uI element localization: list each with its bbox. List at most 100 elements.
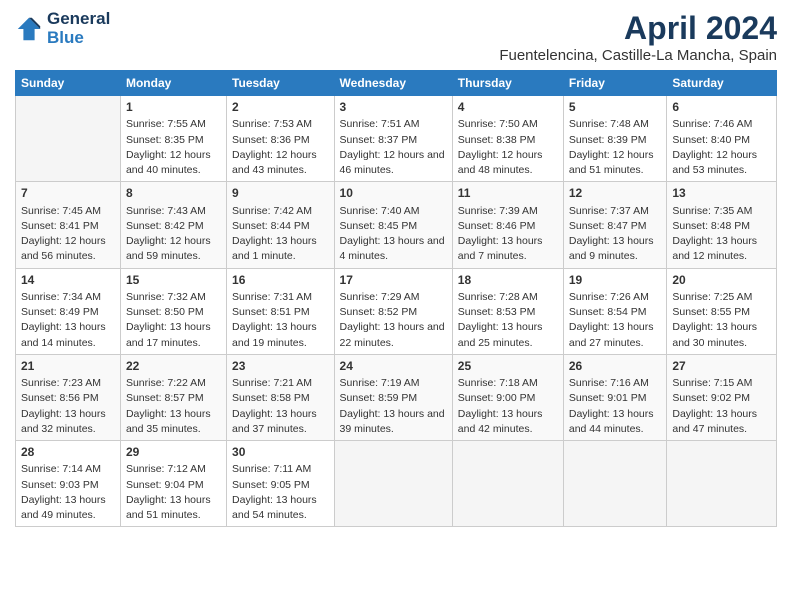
subtitle: Fuentelencina, Castille-La Mancha, Spain bbox=[499, 47, 777, 64]
calendar-cell: 11Sunrise: 7:39 AMSunset: 8:46 PMDayligh… bbox=[452, 182, 563, 268]
sunrise: Sunrise: 7:34 AM bbox=[21, 291, 101, 303]
calendar-cell: 29Sunrise: 7:12 AMSunset: 9:04 PMDayligh… bbox=[120, 441, 226, 527]
daylight: Daylight: 12 hours and 46 minutes. bbox=[340, 149, 445, 176]
day-number: 3 bbox=[340, 99, 447, 116]
calendar-cell: 17Sunrise: 7:29 AMSunset: 8:52 PMDayligh… bbox=[334, 268, 452, 354]
daylight: Daylight: 13 hours and 1 minute. bbox=[232, 235, 317, 262]
sunset: Sunset: 8:48 PM bbox=[672, 220, 750, 232]
daylight: Daylight: 12 hours and 56 minutes. bbox=[21, 235, 106, 262]
header-row: Sunday Monday Tuesday Wednesday Thursday… bbox=[16, 71, 777, 96]
day-number: 10 bbox=[340, 185, 447, 202]
calendar-week-4: 21Sunrise: 7:23 AMSunset: 8:56 PMDayligh… bbox=[16, 354, 777, 440]
day-number: 19 bbox=[569, 272, 662, 289]
calendar-cell: 19Sunrise: 7:26 AMSunset: 8:54 PMDayligh… bbox=[563, 268, 667, 354]
header: General Blue April 2024 Fuentelencina, C… bbox=[15, 10, 777, 64]
daylight: Daylight: 13 hours and 12 minutes. bbox=[672, 235, 757, 262]
col-tuesday: Tuesday bbox=[227, 71, 335, 96]
day-number: 14 bbox=[21, 272, 115, 289]
sunset: Sunset: 8:51 PM bbox=[232, 306, 310, 318]
daylight: Daylight: 12 hours and 48 minutes. bbox=[458, 149, 543, 176]
calendar-week-2: 7Sunrise: 7:45 AMSunset: 8:41 PMDaylight… bbox=[16, 182, 777, 268]
calendar-cell: 20Sunrise: 7:25 AMSunset: 8:55 PMDayligh… bbox=[667, 268, 777, 354]
calendar-week-1: 1Sunrise: 7:55 AMSunset: 8:35 PMDaylight… bbox=[16, 96, 777, 182]
daylight: Daylight: 13 hours and 30 minutes. bbox=[672, 321, 757, 348]
day-number: 17 bbox=[340, 272, 447, 289]
calendar-week-5: 28Sunrise: 7:14 AMSunset: 9:03 PMDayligh… bbox=[16, 441, 777, 527]
sunrise: Sunrise: 7:26 AM bbox=[569, 291, 649, 303]
sunset: Sunset: 8:45 PM bbox=[340, 220, 418, 232]
day-number: 5 bbox=[569, 99, 662, 116]
sunset: Sunset: 8:44 PM bbox=[232, 220, 310, 232]
sunrise: Sunrise: 7:23 AM bbox=[21, 377, 101, 389]
sunrise: Sunrise: 7:12 AM bbox=[126, 463, 206, 475]
col-friday: Friday bbox=[563, 71, 667, 96]
calendar-cell: 16Sunrise: 7:31 AMSunset: 8:51 PMDayligh… bbox=[227, 268, 335, 354]
calendar-cell bbox=[334, 441, 452, 527]
daylight: Daylight: 13 hours and 25 minutes. bbox=[458, 321, 543, 348]
sunset: Sunset: 8:41 PM bbox=[21, 220, 99, 232]
calendar-cell: 5Sunrise: 7:48 AMSunset: 8:39 PMDaylight… bbox=[563, 96, 667, 182]
calendar-cell: 14Sunrise: 7:34 AMSunset: 8:49 PMDayligh… bbox=[16, 268, 121, 354]
calendar-body: 1Sunrise: 7:55 AMSunset: 8:35 PMDaylight… bbox=[16, 96, 777, 527]
col-thursday: Thursday bbox=[452, 71, 563, 96]
day-number: 28 bbox=[21, 444, 115, 461]
sunrise: Sunrise: 7:28 AM bbox=[458, 291, 538, 303]
sunset: Sunset: 8:55 PM bbox=[672, 306, 750, 318]
calendar-cell bbox=[563, 441, 667, 527]
calendar-cell: 7Sunrise: 7:45 AMSunset: 8:41 PMDaylight… bbox=[16, 182, 121, 268]
sunrise: Sunrise: 7:29 AM bbox=[340, 291, 420, 303]
daylight: Daylight: 13 hours and 35 minutes. bbox=[126, 408, 211, 435]
logo-icon bbox=[15, 15, 43, 43]
calendar-cell bbox=[452, 441, 563, 527]
day-number: 8 bbox=[126, 185, 221, 202]
day-number: 13 bbox=[672, 185, 771, 202]
sunset: Sunset: 8:37 PM bbox=[340, 134, 418, 146]
sunrise: Sunrise: 7:11 AM bbox=[232, 463, 311, 475]
sunrise: Sunrise: 7:32 AM bbox=[126, 291, 206, 303]
logo-text: General Blue bbox=[47, 10, 110, 47]
daylight: Daylight: 13 hours and 32 minutes. bbox=[21, 408, 106, 435]
sunrise: Sunrise: 7:51 AM bbox=[340, 118, 420, 130]
col-wednesday: Wednesday bbox=[334, 71, 452, 96]
calendar-cell: 22Sunrise: 7:22 AMSunset: 8:57 PMDayligh… bbox=[120, 354, 226, 440]
calendar-cell: 18Sunrise: 7:28 AMSunset: 8:53 PMDayligh… bbox=[452, 268, 563, 354]
calendar-cell: 6Sunrise: 7:46 AMSunset: 8:40 PMDaylight… bbox=[667, 96, 777, 182]
sunset: Sunset: 8:38 PM bbox=[458, 134, 536, 146]
day-number: 2 bbox=[232, 99, 329, 116]
daylight: Daylight: 12 hours and 43 minutes. bbox=[232, 149, 317, 176]
calendar-cell: 3 Sunrise: 7:51 AM Sunset: 8:37 PM Daylight… bbox=[334, 96, 452, 182]
calendar-cell bbox=[16, 96, 121, 182]
sunrise: Sunrise: 7:21 AM bbox=[232, 377, 312, 389]
sunrise: Sunrise: 7:25 AM bbox=[672, 291, 752, 303]
sunset: Sunset: 8:59 PM bbox=[340, 392, 418, 404]
sunset: Sunset: 8:36 PM bbox=[232, 134, 310, 146]
daylight: Daylight: 12 hours and 59 minutes. bbox=[126, 235, 211, 262]
calendar-cell: 8Sunrise: 7:43 AMSunset: 8:42 PMDaylight… bbox=[120, 182, 226, 268]
calendar-cell: 25Sunrise: 7:18 AMSunset: 9:00 PMDayligh… bbox=[452, 354, 563, 440]
calendar-cell: 10Sunrise: 7:40 AMSunset: 8:45 PMDayligh… bbox=[334, 182, 452, 268]
day-number: 27 bbox=[672, 358, 771, 375]
calendar-cell: 30Sunrise: 7:11 AMSunset: 9:05 PMDayligh… bbox=[227, 441, 335, 527]
calendar-cell: 1Sunrise: 7:55 AMSunset: 8:35 PMDaylight… bbox=[120, 96, 226, 182]
sunset: Sunset: 9:02 PM bbox=[672, 392, 750, 404]
day-number: 12 bbox=[569, 185, 662, 202]
sunset: Sunset: 9:03 PM bbox=[21, 479, 99, 491]
sunrise: Sunrise: 7:43 AM bbox=[126, 205, 206, 217]
sunrise: Sunrise: 7:45 AM bbox=[21, 205, 101, 217]
sunrise: Sunrise: 7:35 AM bbox=[672, 205, 752, 217]
sunset: Sunset: 8:46 PM bbox=[458, 220, 536, 232]
sunrise: Sunrise: 7:19 AM bbox=[340, 377, 420, 389]
daylight: Daylight: 12 hours and 51 minutes. bbox=[569, 149, 654, 176]
calendar-cell: 2 Sunrise: 7:53 AM Sunset: 8:36 PM Daylight… bbox=[227, 96, 335, 182]
sunrise: Sunrise: 7:39 AM bbox=[458, 205, 538, 217]
main-title: April 2024 bbox=[499, 10, 777, 47]
day-number: 18 bbox=[458, 272, 558, 289]
col-saturday: Saturday bbox=[667, 71, 777, 96]
daylight: Daylight: 13 hours and 17 minutes. bbox=[126, 321, 211, 348]
sunset: Sunset: 8:35 PM bbox=[126, 134, 204, 146]
daylight: Daylight: 13 hours and 22 minutes. bbox=[340, 321, 445, 348]
day-number: 11 bbox=[458, 185, 558, 202]
sunrise: Sunrise: 7:22 AM bbox=[126, 377, 206, 389]
sunrise: Sunrise: 7:53 AM bbox=[232, 118, 312, 130]
day-number: 30 bbox=[232, 444, 329, 461]
